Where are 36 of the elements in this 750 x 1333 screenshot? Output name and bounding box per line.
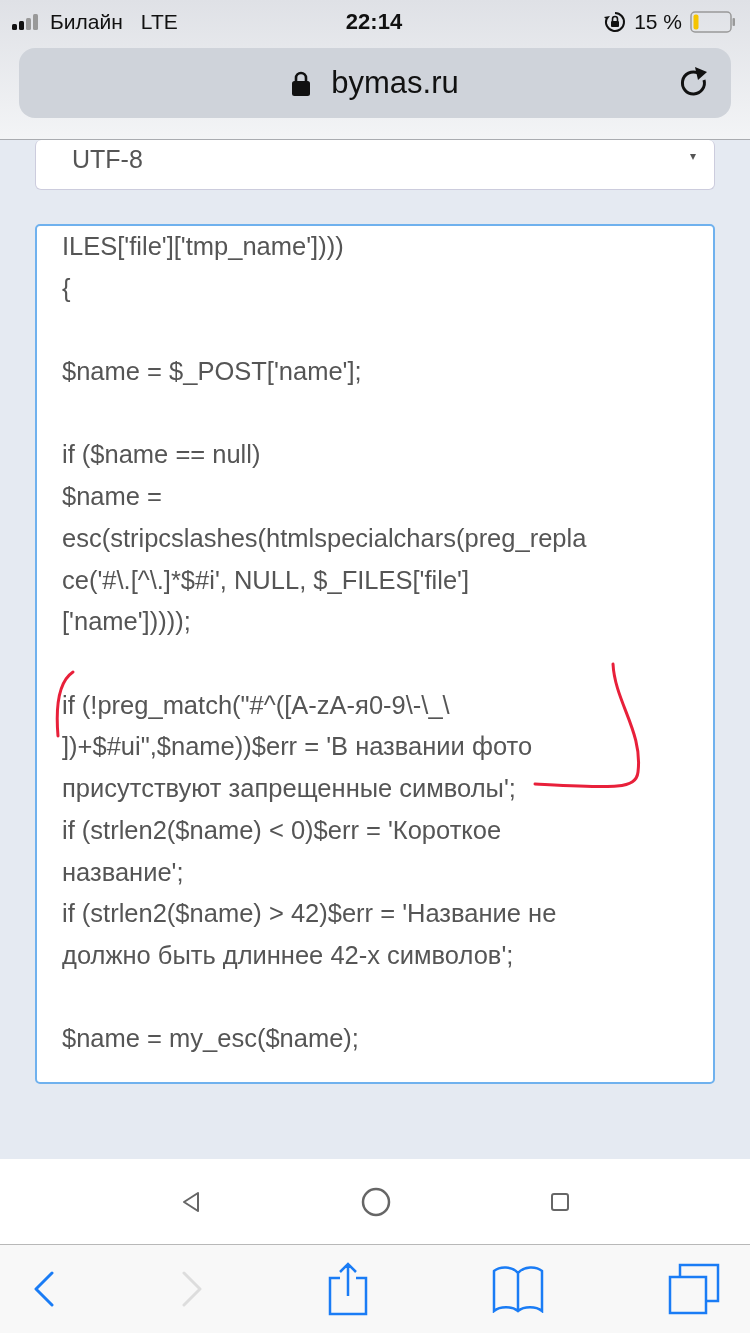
- url-text: bymas.ru: [331, 65, 459, 101]
- clock: 22:14: [345, 9, 403, 35]
- lock-icon: [291, 70, 312, 96]
- code-line: {: [62, 272, 71, 304]
- battery-icon: [690, 11, 736, 33]
- carrier-name: Билайн: [50, 10, 123, 34]
- code-line: $name = my_esc($name);: [62, 1023, 359, 1055]
- code-line: присутствуют запрещенные символы';: [62, 773, 516, 805]
- home-circle-icon[interactable]: [361, 1186, 391, 1217]
- code-line: if (strlen2($name) < 0)$err = 'Короткое: [62, 814, 502, 846]
- battery-percent: 15 %: [634, 10, 682, 34]
- code-line: ])+$#ui",$name))$err = 'В названии фото: [62, 731, 533, 763]
- address-bar[interactable]: bymas.ru: [19, 48, 731, 118]
- code-line: должно быть длиннее 42-х символов';: [62, 939, 514, 971]
- caret-icon: [690, 153, 696, 160]
- network-type: LTE: [140, 10, 178, 34]
- code-line: if (strlen2($name) > 42)$err = 'Название не: [62, 898, 557, 930]
- tabs-icon[interactable]: [668, 1263, 720, 1315]
- code-line: $name = $_POST['name'];: [62, 356, 362, 388]
- back-icon[interactable]: [32, 1271, 56, 1307]
- code-textarea[interactable]: [35, 224, 715, 1084]
- code-line: ILES['file']['tmp_name']))): [62, 231, 344, 262]
- code-line: ['name']))));: [62, 606, 191, 638]
- code-line: название';: [62, 856, 184, 888]
- book-icon[interactable]: [492, 1265, 544, 1313]
- rotation-lock-icon: [604, 11, 627, 33]
- square-icon[interactable]: [551, 1192, 569, 1211]
- share-icon[interactable]: [328, 1262, 368, 1316]
- code-line: ce('#\.[^\.]*$#i', NULL, $_FILES['file']: [62, 564, 470, 596]
- signal-icon: [12, 14, 40, 30]
- code-line: esc(stripcslashes(htmlspecialchars(preg_repla: [62, 522, 587, 554]
- code-line: $name =: [62, 481, 162, 513]
- code-line: if ($name == null): [62, 439, 261, 471]
- encoding-select[interactable]: UTF-8: [35, 140, 715, 190]
- back-triangle-icon[interactable]: [181, 1190, 201, 1213]
- code-line: if (!preg_match("#^([A-zA-я0-9\-\_\: [62, 689, 450, 721]
